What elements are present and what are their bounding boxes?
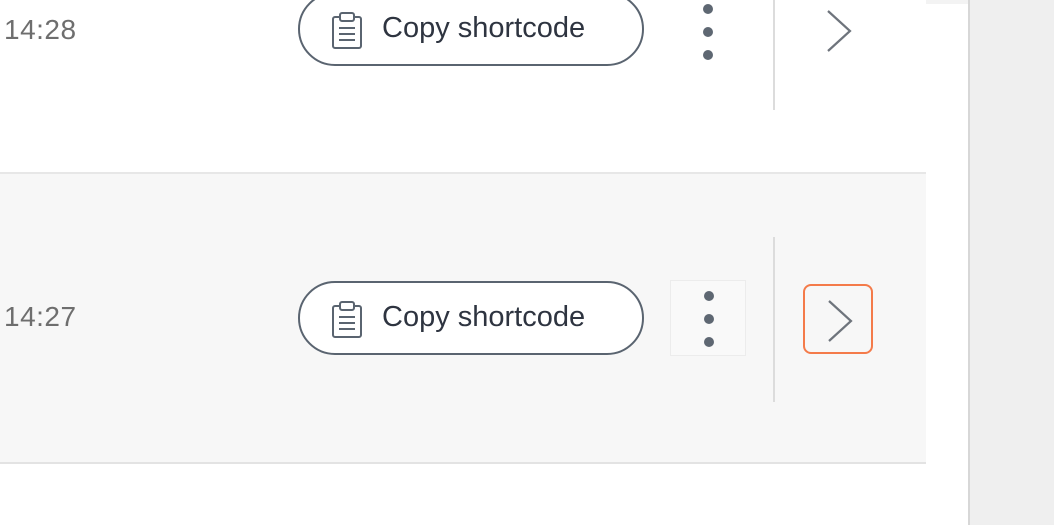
scroll-gutter xyxy=(968,0,1054,525)
kebab-dot xyxy=(704,314,714,324)
kebab-vertical-icon xyxy=(704,291,714,301)
copy-shortcode-button[interactable]: Copy shortcode xyxy=(298,281,644,355)
row-divider xyxy=(773,0,775,110)
shortcode-list: 14:28 Copy shortcode 14:27 Copy shortcod… xyxy=(0,0,968,525)
more-options-button[interactable] xyxy=(670,280,746,356)
list-item: 14:27 Copy shortcode xyxy=(0,174,926,464)
open-row-button[interactable] xyxy=(804,0,874,66)
clipboard-icon xyxy=(330,301,364,339)
open-row-button-focused[interactable] xyxy=(803,284,873,354)
kebab-dot xyxy=(704,337,714,347)
chevron-right-icon xyxy=(827,10,852,52)
kebab-vertical-icon xyxy=(703,4,713,14)
more-options-button[interactable] xyxy=(670,0,746,70)
row-time: 14:27 xyxy=(4,301,77,332)
list-item: 14:28 Copy shortcode xyxy=(0,0,926,174)
clipboard-icon xyxy=(330,12,364,50)
kebab-dot xyxy=(703,50,713,60)
copy-shortcode-button[interactable]: Copy shortcode xyxy=(298,0,644,66)
page-viewport: 14:28 Copy shortcode 14:27 Copy shortcod… xyxy=(0,0,1054,525)
row-time: 14:28 xyxy=(4,14,77,45)
row-divider xyxy=(773,237,775,402)
chevron-right-icon xyxy=(828,300,853,342)
kebab-dot xyxy=(703,27,713,37)
copy-shortcode-label: Copy shortcode xyxy=(382,12,586,44)
copy-shortcode-label: Copy shortcode xyxy=(382,301,586,333)
